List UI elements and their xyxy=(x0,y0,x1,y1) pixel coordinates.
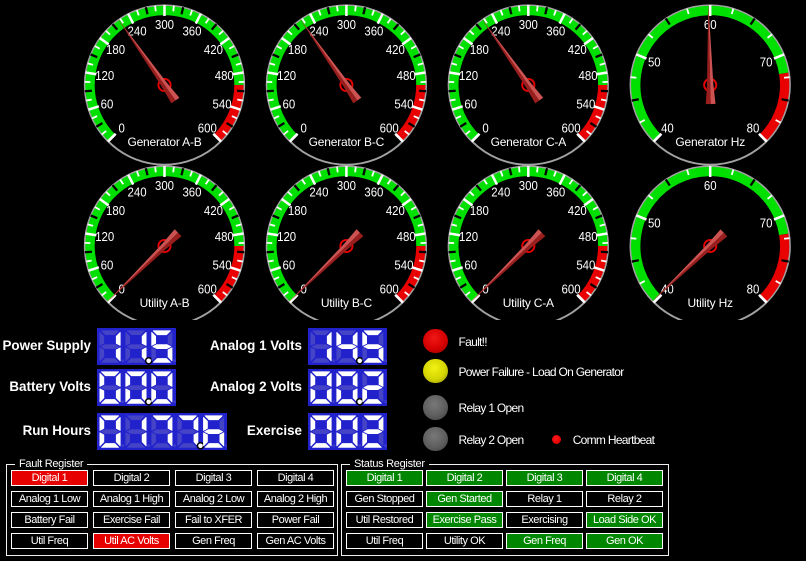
svg-text:180: 180 xyxy=(106,203,125,218)
svg-text:540: 540 xyxy=(394,257,413,272)
svg-text:70: 70 xyxy=(760,215,773,230)
svg-text:600: 600 xyxy=(198,120,217,135)
svg-text:80: 80 xyxy=(747,120,760,135)
svg-text:180: 180 xyxy=(288,42,307,57)
svg-text:70: 70 xyxy=(760,54,773,69)
svg-text:480: 480 xyxy=(397,229,416,244)
svg-text:360: 360 xyxy=(364,24,383,39)
svg-text:Utility Hz: Utility Hz xyxy=(688,296,734,310)
svg-text:420: 420 xyxy=(204,203,223,218)
svg-text:480: 480 xyxy=(579,229,598,244)
svg-text:Generator A-B: Generator A-B xyxy=(127,135,201,149)
svg-text:540: 540 xyxy=(576,96,595,111)
svg-text:Generator Hz: Generator Hz xyxy=(675,135,745,149)
svg-text:300: 300 xyxy=(155,178,174,193)
svg-text:240: 240 xyxy=(309,185,328,200)
svg-text:Utility B-C: Utility B-C xyxy=(321,296,373,310)
svg-text:120: 120 xyxy=(459,229,478,244)
svg-text:480: 480 xyxy=(397,68,416,83)
svg-text:Utility A-B: Utility A-B xyxy=(140,296,190,310)
svg-text:420: 420 xyxy=(386,203,405,218)
svg-text:480: 480 xyxy=(579,68,598,83)
svg-text:120: 120 xyxy=(95,229,114,244)
svg-text:420: 420 xyxy=(204,42,223,57)
svg-text:60: 60 xyxy=(101,96,114,111)
svg-text:60: 60 xyxy=(283,96,296,111)
svg-text:40: 40 xyxy=(661,120,674,135)
svg-text:600: 600 xyxy=(380,120,399,135)
svg-text:120: 120 xyxy=(95,68,114,83)
svg-text:360: 360 xyxy=(182,185,201,200)
svg-text:50: 50 xyxy=(648,54,661,69)
svg-text:60: 60 xyxy=(101,257,114,272)
svg-text:120: 120 xyxy=(459,68,478,83)
svg-text:300: 300 xyxy=(337,178,356,193)
svg-text:Generator C-A: Generator C-A xyxy=(491,135,567,149)
svg-text:300: 300 xyxy=(337,17,356,32)
svg-text:240: 240 xyxy=(491,185,510,200)
svg-text:180: 180 xyxy=(288,203,307,218)
svg-text:600: 600 xyxy=(380,281,399,296)
svg-text:360: 360 xyxy=(546,185,565,200)
svg-text:0: 0 xyxy=(482,120,488,135)
svg-text:540: 540 xyxy=(213,96,232,111)
svg-text:60: 60 xyxy=(704,17,717,32)
svg-text:480: 480 xyxy=(215,68,234,83)
svg-text:540: 540 xyxy=(576,257,595,272)
svg-text:360: 360 xyxy=(364,185,383,200)
svg-text:300: 300 xyxy=(519,17,538,32)
svg-text:120: 120 xyxy=(277,229,296,244)
svg-text:50: 50 xyxy=(648,215,661,230)
svg-text:180: 180 xyxy=(106,42,125,57)
svg-text:540: 540 xyxy=(213,257,232,272)
svg-text:120: 120 xyxy=(277,68,296,83)
svg-text:600: 600 xyxy=(198,281,217,296)
svg-text:300: 300 xyxy=(155,17,174,32)
svg-text:300: 300 xyxy=(519,178,538,193)
svg-text:Utility C-A: Utility C-A xyxy=(503,296,554,310)
svg-text:60: 60 xyxy=(283,257,296,272)
svg-text:60: 60 xyxy=(464,257,477,272)
svg-text:180: 180 xyxy=(470,42,489,57)
svg-text:480: 480 xyxy=(215,229,234,244)
svg-text:60: 60 xyxy=(464,96,477,111)
svg-text:80: 80 xyxy=(747,281,760,296)
svg-text:180: 180 xyxy=(470,203,489,218)
svg-text:0: 0 xyxy=(300,120,306,135)
svg-text:360: 360 xyxy=(546,24,565,39)
svg-text:60: 60 xyxy=(704,178,717,193)
svg-text:0: 0 xyxy=(119,120,125,135)
svg-text:540: 540 xyxy=(394,96,413,111)
svg-text:420: 420 xyxy=(568,42,587,57)
svg-text:420: 420 xyxy=(386,42,405,57)
svg-text:600: 600 xyxy=(562,120,581,135)
svg-text:Generator B-C: Generator B-C xyxy=(309,135,385,149)
svg-text:600: 600 xyxy=(562,281,581,296)
svg-text:420: 420 xyxy=(568,203,587,218)
svg-text:360: 360 xyxy=(182,24,201,39)
svg-text:240: 240 xyxy=(128,185,147,200)
